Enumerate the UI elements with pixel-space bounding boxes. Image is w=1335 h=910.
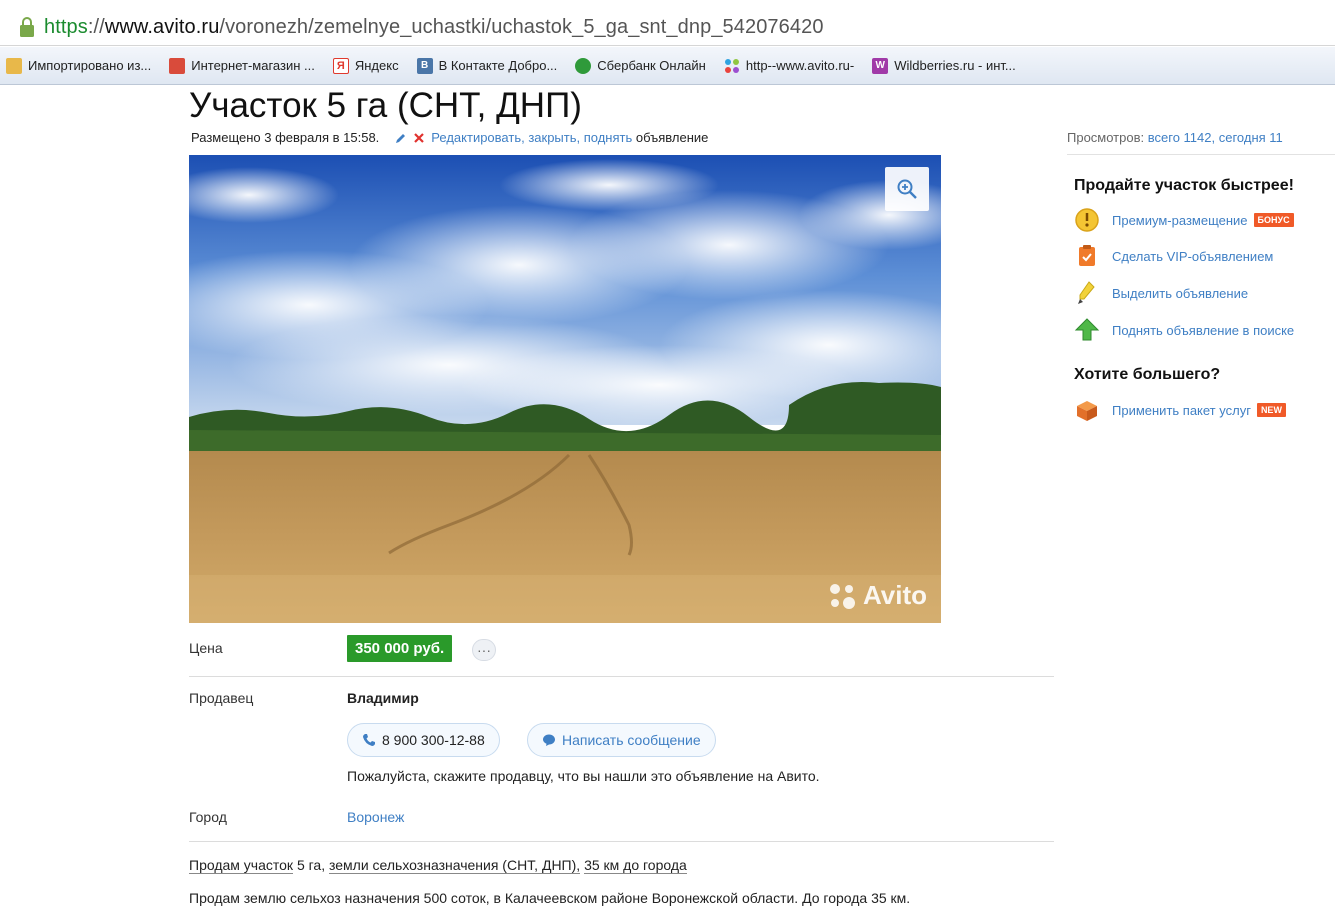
more-services-title: Хотите большего? (1074, 366, 1221, 383)
bookmark-shop[interactable]: Интернет-магазин ... (169, 57, 315, 74)
bookmarks-bar: Импортировано из... Интернет-магазин ...… (0, 47, 1335, 85)
highlight-icon (1078, 281, 1095, 304)
vip-icon (1079, 245, 1095, 266)
bookmark-label: http--www.avito.ru- (745, 58, 855, 73)
price-badge: 350 000 руб. (347, 635, 453, 662)
promo-highlight[interactable]: Выделить объявление (1074, 280, 1248, 306)
views-today[interactable]: сегодня 11 (1219, 130, 1283, 145)
bookmark-label: Интернет-магазин ... (191, 58, 315, 73)
vk-icon: B (416, 57, 433, 74)
bookmark-wildberries[interactable]: W Wildberries.ru - инт... (872, 57, 1016, 74)
listing-params: Продам участок 5 га, земли сельхозназнач… (189, 857, 687, 874)
bookmark-vk[interactable]: B В Контакте Добро... (416, 57, 558, 74)
price-label: Цена (189, 640, 223, 656)
promo-label: Премиум-размещение (1112, 212, 1248, 228)
pencil-icon[interactable] (395, 132, 407, 144)
phone-button[interactable]: 8 900 300-12-88 (347, 723, 500, 757)
url-text: https://www.avito.ru/voronezh/zemelnye_u… (44, 16, 824, 39)
bookmark-imported[interactable]: Импортировано из... (6, 57, 152, 74)
phone-number: 8 900 300-12-88 (382, 732, 485, 748)
views-total[interactable]: всего 1142, (1148, 130, 1215, 145)
listing-meta: Размещено 3 февраля в 15:58. Редактирова… (191, 130, 708, 145)
chat-bubble-icon (543, 734, 555, 746)
bookmark-label: Яндекс (354, 58, 399, 73)
url-scheme: https (44, 15, 88, 38)
watermark-text: Avito (862, 580, 927, 610)
city-link[interactable]: Воронеж (347, 809, 404, 825)
send-message-button[interactable]: Написать сообщение (527, 723, 716, 757)
close-icon[interactable] (413, 132, 425, 144)
avito-logo-icon (829, 583, 855, 609)
shop-icon (169, 57, 186, 74)
param-land-type: земли сельхозназначения (СНТ, ДНП), (328, 857, 581, 874)
zoom-button[interactable] (885, 167, 929, 211)
url-separator: :// (87, 15, 105, 38)
zoom-in-icon (897, 179, 917, 199)
promo-package[interactable]: Применить пакет услуг new (1074, 397, 1286, 423)
premium-icon (1075, 208, 1099, 232)
bookmark-yandex[interactable]: Я Яндекс (332, 57, 399, 74)
param-distance: 35 км до города (584, 857, 687, 874)
bookmark-label: Wildberries.ru - инт... (894, 58, 1016, 73)
package-icon (1077, 401, 1097, 421)
bonus-tag: бонус (1253, 213, 1294, 227)
bookmark-sberbank[interactable]: Сбербанк Онлайн (575, 57, 706, 74)
avito-icon (724, 58, 740, 74)
param-title: Продам участок (189, 857, 294, 874)
bookmark-label: Сбербанк Онлайн (597, 58, 706, 73)
sberbank-icon (575, 57, 592, 74)
new-tag: new (1256, 403, 1286, 417)
package-label: Применить пакет услуг (1112, 402, 1251, 418)
views-counter: Просмотров: всего 1142, сегодня 11 (1067, 130, 1283, 145)
url-path: /voronezh/zemelnye_uchastki/uchastok_5_g… (219, 15, 824, 38)
divider (1067, 154, 1335, 155)
listing-photo[interactable]: Avito (189, 155, 941, 623)
divider (189, 676, 1054, 677)
folder-icon (6, 57, 22, 74)
page-title: Участок 5 га (СНТ, ДНП) (189, 86, 582, 125)
wildberries-icon: W (872, 57, 889, 74)
promo-raise[interactable]: Поднять объявление в поиске (1074, 317, 1294, 343)
promo-premium[interactable]: Премиум-размещение бонус (1074, 207, 1294, 233)
promo-vip[interactable]: Сделать VIP-объявлением (1074, 243, 1273, 269)
lock-icon (20, 17, 34, 37)
url-field[interactable]: https://www.avito.ru/voronezh/zemelnye_u… (0, 10, 1335, 44)
seller-note: Пожалуйста, скажите продавцу, что вы наш… (347, 768, 820, 784)
seller-name: Владимир (347, 690, 419, 706)
yandex-icon: Я (332, 57, 349, 74)
message-label: Написать сообщение (562, 732, 701, 748)
up-arrow-icon (1074, 318, 1100, 341)
divider (189, 841, 1054, 842)
seller-label: Продавец (189, 690, 254, 706)
actions-tail: объявление (635, 130, 709, 145)
price-more-button[interactable]: ··· (472, 639, 496, 661)
phone-icon (363, 734, 375, 746)
listing-description: Продам землю сельхоз назначения 500 сото… (189, 890, 911, 906)
promo-label: Поднять объявление в поиске (1112, 322, 1295, 338)
bookmark-label: В Контакте Добро... (438, 58, 558, 73)
promo-title: Продайте участок быстрее! (1074, 177, 1294, 194)
views-label: Просмотров: (1067, 130, 1145, 145)
browser-address-bar: https://www.avito.ru/voronezh/zemelnye_u… (0, 0, 1335, 46)
avito-watermark: Avito (827, 580, 927, 611)
bookmark-label: Импортировано из... (28, 58, 152, 73)
promo-label: Выделить объявление (1112, 285, 1249, 301)
bookmark-avito[interactable]: http--www.avito.ru- (724, 58, 854, 74)
posted-date: Размещено 3 февраля в 15:58. (191, 130, 380, 145)
url-host: www.avito.ru (104, 15, 220, 38)
field-landscape-image (189, 155, 941, 623)
promo-label: Сделать VIP-объявлением (1112, 248, 1274, 264)
edit-close-raise-link[interactable]: Редактировать, закрыть, поднять (431, 130, 632, 145)
city-label: Город (189, 809, 227, 825)
param-area: 5 га, (296, 857, 326, 873)
